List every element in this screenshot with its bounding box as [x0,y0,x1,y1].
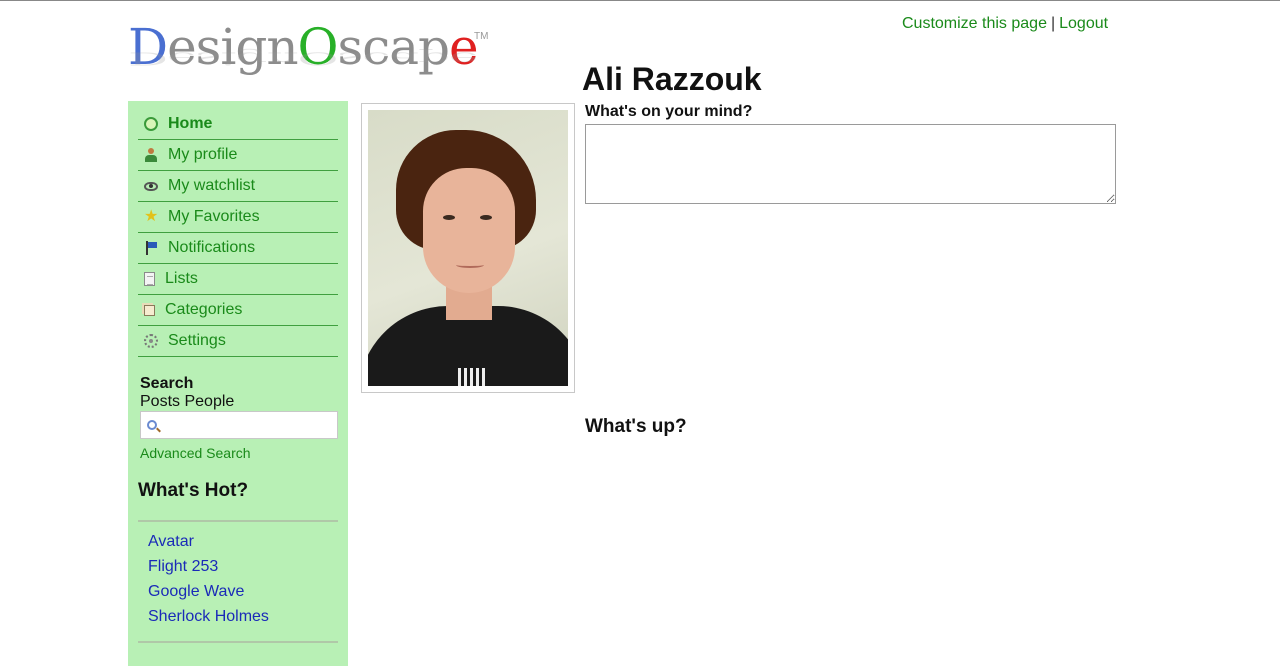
link-separator: | [1050,15,1056,32]
hot-topic-link[interactable]: Sherlock Holmes [148,604,269,629]
search-input[interactable] [163,413,348,437]
sidebar-item-label: Notifications [168,239,256,256]
divider [138,520,338,522]
profile-photo-frame [361,103,575,393]
sidebar-nav: Home My profile My watchlist ★ My Favorit… [138,109,338,357]
sidebar-item-settings[interactable]: Settings [138,326,338,357]
account-links: Customize this page | Logout [902,15,1108,33]
logo-trademark: TM [474,31,489,42]
status-input[interactable] [585,124,1116,204]
sidebar-item-label: Home [168,115,213,132]
hot-topic-link[interactable]: Google Wave [148,579,269,604]
sidebar-item-label: My profile [168,146,238,163]
search-icon [147,420,157,430]
sidebar-item-my-profile[interactable]: My profile [138,140,338,171]
sidebar-item-categories[interactable]: Categories [138,295,338,326]
home-icon [144,117,158,131]
logout-link[interactable]: Logout [1059,15,1108,32]
categories-icon [144,304,155,316]
search-heading: Search [140,375,194,392]
logo-reflection: DesignOscape [128,48,478,69]
whats-hot-list: Avatar Flight 253 Google Wave Sherlock H… [148,529,269,629]
hot-topic-link[interactable]: Flight 253 [148,554,269,579]
search-type-tabs: Posts People [140,393,234,411]
profile-icon [144,148,158,162]
sidebar-item-lists[interactable]: Lists [138,264,338,295]
status-prompt-label: What's on your mind? [585,103,753,120]
sidebar-item-my-watchlist[interactable]: My watchlist [138,171,338,202]
star-icon: ★ [144,208,159,225]
sidebar-item-home[interactable]: Home [138,109,338,140]
profile-name: Ali Razzouk [582,61,762,97]
sidebar-item-label: Categories [165,301,243,318]
whats-hot-heading: What's Hot? [138,480,249,501]
gear-icon [144,334,158,348]
page-icon [144,272,155,286]
sidebar-item-label: Lists [165,270,198,287]
search-tab-posts[interactable]: Posts [140,393,180,410]
advanced-search-link[interactable]: Advanced Search [140,445,251,461]
hot-topic-link[interactable]: Avatar [148,529,269,554]
sidebar-item-label: My Favorites [168,208,260,225]
sidebar-item-notifications[interactable]: Notifications [138,233,338,264]
customize-page-link[interactable]: Customize this page [902,15,1047,32]
search-box [140,411,348,439]
flag-icon [144,241,158,255]
sidebar-item-label: Settings [168,332,226,349]
sidebar-item-my-favorites[interactable]: ★ My Favorites [138,202,338,233]
profile-photo[interactable] [368,110,568,386]
search-tab-people[interactable]: People [184,393,234,410]
designoscape-logo[interactable]: DesignOscape DesignOscape [128,17,508,97]
eye-icon [144,181,158,191]
sidebar-item-label: My watchlist [168,177,256,194]
whats-up-heading: What's up? [585,416,687,437]
sidebar: Home My profile My watchlist ★ My Favorit… [128,101,348,666]
divider [138,641,338,643]
